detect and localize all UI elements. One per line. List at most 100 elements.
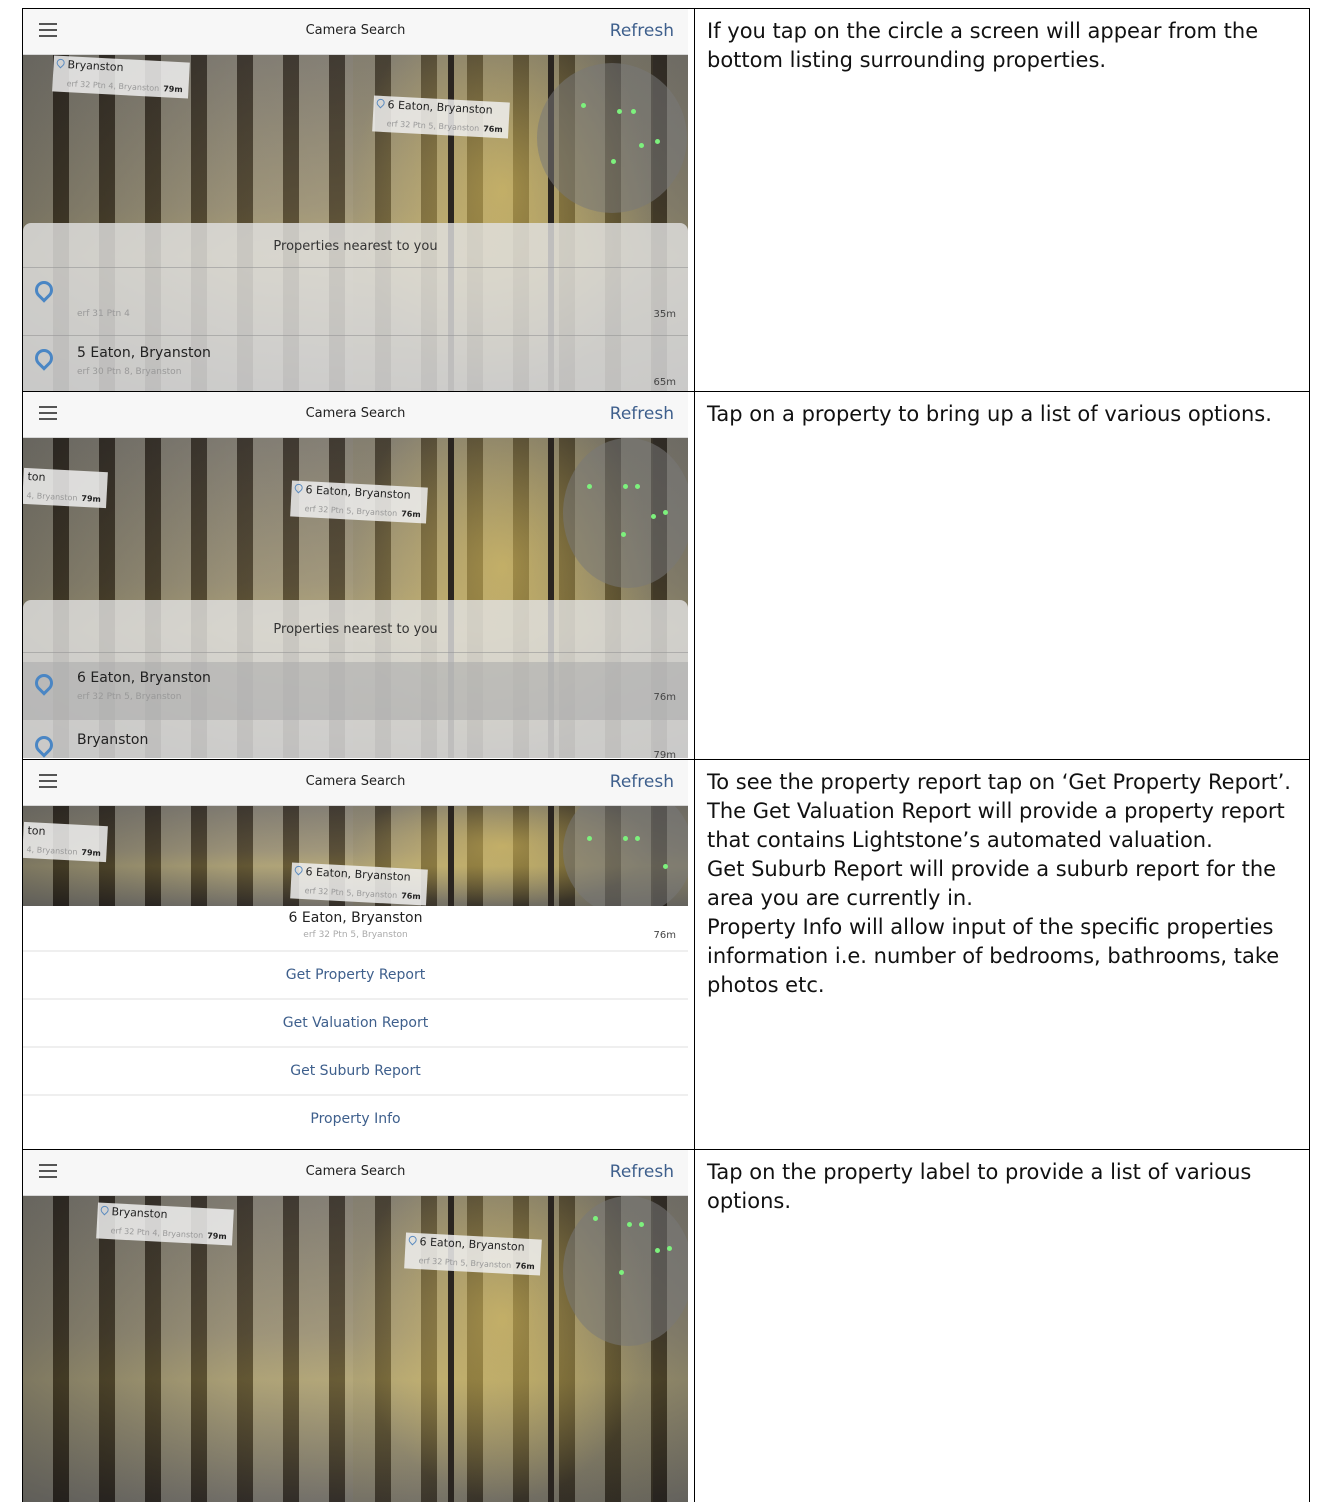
properties-sheet: Properties nearest to you erf 31 Ptn 4 3… — [23, 223, 688, 391]
description-text: Get Suburb Report will provide a suburb … — [707, 857, 1277, 910]
map-pin-icon — [31, 277, 57, 303]
selected-property-sub: erf 32 Ptn 5, Bryanston — [303, 930, 408, 940]
sheet-title: Properties nearest to you — [273, 622, 438, 637]
radar-circle[interactable] — [563, 1196, 688, 1346]
nav-bar: Camera Search Refresh — [23, 392, 688, 438]
description-text: To see the property report tap on ‘Get P… — [707, 770, 1291, 794]
map-pin-icon — [31, 345, 57, 371]
refresh-button[interactable]: Refresh — [610, 21, 674, 41]
map-pin-icon — [407, 1234, 419, 1246]
list-item[interactable]: Bryanston 79m — [23, 724, 688, 758]
app-screenshot-3: ton 4, Bryanston 79m 6 Eaton, Bryanston e… — [23, 760, 688, 1148]
ar-label-sub: erf 32 Ptn 4, Bryanston — [66, 79, 160, 94]
ar-label-name: ton — [27, 824, 46, 838]
row-description: If you tap on the circle a screen will a… — [707, 17, 1305, 75]
table-row-1: Bryanston erf 32 Ptn 4, Bryanston 79m 6 E… — [22, 8, 1310, 392]
ar-label-name: ton — [27, 470, 46, 484]
get-valuation-report-button[interactable]: Get Valuation Report — [23, 1000, 688, 1046]
radar-circle[interactable] — [537, 63, 687, 213]
nav-title: Camera Search — [305, 1164, 406, 1179]
ar-label-distance: 79m — [207, 1231, 227, 1242]
ar-property-label[interactable]: 6 Eaton, Bryanston erf 32 Ptn 5, Bryanst… — [290, 862, 429, 906]
app-screenshot-2: ton 4, Bryanston 79m 6 Eaton, Bryanston e… — [23, 392, 688, 758]
radar-circle[interactable] — [563, 438, 688, 588]
sheet-title: Properties nearest to you — [273, 239, 438, 254]
description-text: Tap on the property label to provide a l… — [707, 1160, 1252, 1213]
ar-label-distance: 79m — [81, 847, 102, 858]
ar-label-sub: erf 32 Ptn 5, Bryanston — [304, 886, 398, 901]
ar-label-sub: 4, Bryanston — [26, 844, 78, 857]
ar-label-sub: 4, Bryanston — [26, 490, 78, 503]
map-pin-icon — [99, 1204, 111, 1216]
ar-property-label[interactable]: Bryanston erf 32 Ptn 4, Bryanston 79m — [52, 55, 191, 99]
ar-property-label[interactable]: ton 4, Bryanston 79m — [23, 467, 109, 509]
ar-label-distance: 76m — [515, 1261, 535, 1272]
row-description: Tap on a property to bring up a list of … — [707, 400, 1305, 429]
get-property-report-button[interactable]: Get Property Report — [23, 952, 688, 998]
list-item-distance: 65m — [653, 377, 676, 388]
refresh-button[interactable]: Refresh — [610, 1162, 674, 1182]
description-text: If you tap on the circle a screen will a… — [707, 19, 1259, 72]
map-pin-icon — [55, 57, 67, 69]
nav-bar: Camera Search Refresh — [23, 760, 688, 806]
list-item-sub: erf 32 Ptn 5, Bryanston — [77, 692, 182, 702]
camera-view[interactable]: Bryanston erf 32 Ptn 4, Bryanston 79m 6 E… — [23, 55, 688, 391]
app-screenshot-4: Bryanston erf 32 Ptn 4, Bryanston 79m 6 E… — [23, 1150, 688, 1502]
ar-label-distance: 76m — [401, 509, 421, 520]
table-row-3: ton 4, Bryanston 79m 6 Eaton, Bryanston e… — [22, 760, 1310, 1150]
ar-property-label[interactable]: Bryanston erf 32 Ptn 4, Bryanston 79m — [96, 1202, 235, 1246]
ar-property-label[interactable]: 6 Eaton, Bryanston erf 32 Ptn 5, Bryanst… — [290, 480, 429, 524]
selected-property-name: 6 Eaton, Bryanston — [288, 910, 423, 926]
nav-bar: Camera Search Refresh — [23, 9, 688, 55]
list-item[interactable]: erf 31 Ptn 4 35m — [23, 269, 688, 327]
instruction-table: Bryanston erf 32 Ptn 4, Bryanston 79m 6 E… — [22, 8, 1310, 1502]
table-row-4: Bryanston erf 32 Ptn 4, Bryanston 79m 6 E… — [22, 1150, 1310, 1502]
camera-view[interactable]: ton 4, Bryanston 79m 6 Eaton, Bryanston e… — [23, 438, 688, 758]
list-item-distance: 35m — [653, 309, 676, 320]
map-pin-icon — [31, 670, 57, 696]
nav-title: Camera Search — [305, 23, 406, 38]
list-item[interactable]: 5 Eaton, Bryanston erf 30 Ptn 8, Bryanst… — [23, 337, 688, 391]
refresh-button[interactable]: Refresh — [610, 772, 674, 792]
list-item-sub: erf 30 Ptn 8, Bryanston — [77, 367, 182, 377]
ar-property-label[interactable]: 6 Eaton, Bryanston erf 32 Ptn 5, Bryanst… — [372, 95, 511, 139]
row-description: To see the property report tap on ‘Get P… — [707, 768, 1305, 1000]
list-item[interactable]: 6 Eaton, Bryanston erf 32 Ptn 5, Bryanst… — [23, 662, 688, 720]
map-pin-icon — [293, 864, 305, 876]
property-info-button[interactable]: Property Info — [23, 1096, 688, 1142]
get-suburb-report-button[interactable]: Get Suburb Report — [23, 1048, 688, 1094]
ar-label-distance: 76m — [483, 124, 503, 135]
ar-label-name: 6 Eaton, Bryanston — [387, 98, 494, 117]
description-text: The Get Valuation Report will provide a … — [707, 799, 1285, 852]
list-item-distance: 76m — [653, 692, 676, 703]
selected-property-distance: 76m — [653, 930, 676, 941]
ar-label-distance: 76m — [401, 891, 421, 902]
ar-label-name: Bryanston — [111, 1205, 168, 1222]
ar-label-name: 6 Eaton, Bryanston — [305, 865, 412, 884]
ar-label-sub: erf 32 Ptn 5, Bryanston — [418, 1256, 512, 1271]
ar-label-sub: erf 32 Ptn 5, Bryanston — [386, 119, 480, 134]
properties-sheet: Properties nearest to you 6 Eaton, Bryan… — [23, 600, 688, 758]
camera-view[interactable]: ton 4, Bryanston 79m 6 Eaton, Bryanston e… — [23, 786, 688, 916]
ar-label-distance: 79m — [81, 493, 102, 504]
ar-property-label[interactable]: ton 4, Bryanston 79m — [23, 821, 109, 863]
list-item-name: 5 Eaton, Bryanston — [77, 345, 211, 361]
ar-label-sub: erf 32 Ptn 5, Bryanston — [304, 504, 398, 519]
description-text: Tap on a property to bring up a list of … — [707, 402, 1272, 426]
ar-label-name: Bryanston — [67, 58, 124, 75]
map-pin-icon — [375, 97, 387, 109]
list-item-name: Bryanston — [77, 732, 149, 748]
ar-label-name: 6 Eaton, Bryanston — [305, 483, 412, 502]
list-item-distance: 79m — [653, 750, 676, 758]
ar-label-distance: 79m — [163, 84, 183, 95]
refresh-button[interactable]: Refresh — [610, 404, 674, 424]
row-description: Tap on the property label to provide a l… — [707, 1158, 1305, 1216]
selected-property-header: 6 Eaton, Bryanston erf 32 Ptn 5, Bryanst… — [23, 906, 688, 950]
ar-property-label[interactable]: 6 Eaton, Bryanston erf 32 Ptn 5, Bryanst… — [404, 1232, 543, 1276]
property-options-sheet: 6 Eaton, Bryanston erf 32 Ptn 5, Bryanst… — [23, 906, 688, 1148]
app-screenshot-1: Bryanston erf 32 Ptn 4, Bryanston 79m 6 E… — [23, 9, 688, 391]
map-pin-icon — [31, 732, 57, 758]
nav-title: Camera Search — [305, 406, 406, 421]
nav-bar: Camera Search Refresh — [23, 1150, 688, 1196]
camera-view[interactable]: Bryanston erf 32 Ptn 4, Bryanston 79m 6 E… — [23, 1196, 688, 1502]
